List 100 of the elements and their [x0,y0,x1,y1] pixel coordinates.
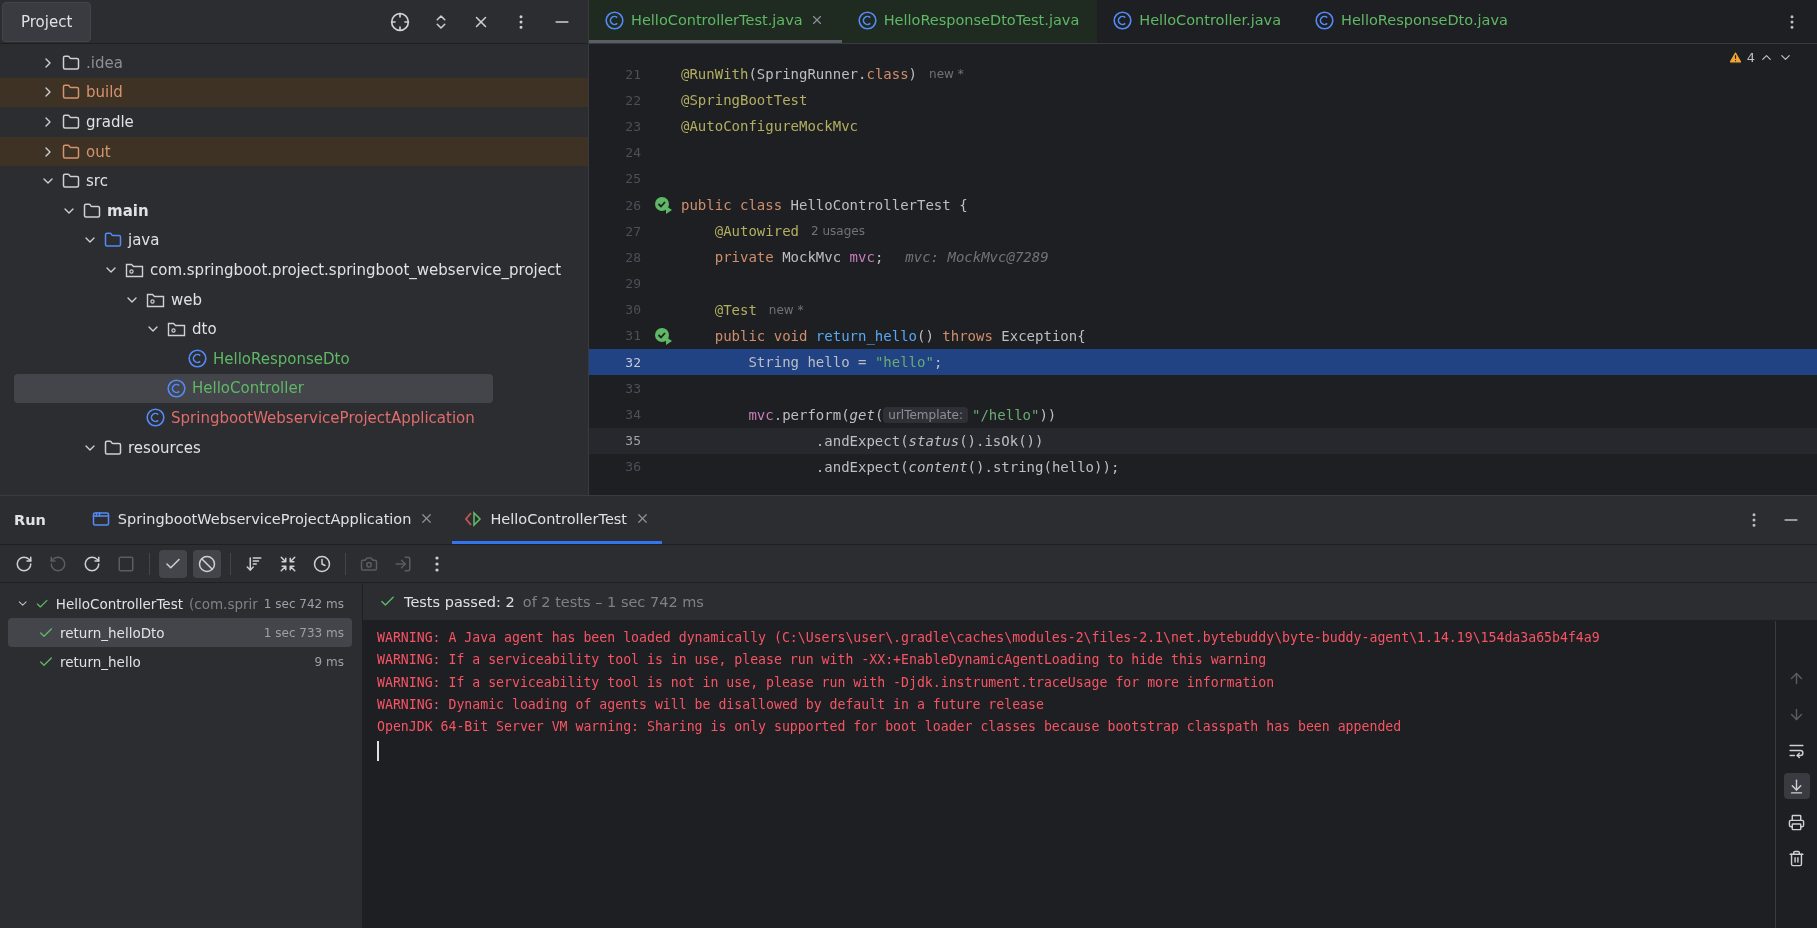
warning-icon[interactable] [1727,50,1743,65]
package-folder-icon [146,291,165,308]
code-token: @Test [713,301,757,318]
tests-detail: of 2 tests – 1 sec 742 ms [522,593,704,610]
tests-summary: Tests passed: 2 [404,593,515,610]
more-icon [435,555,439,572]
folder-icon [62,83,80,102]
line-number: 32 [624,354,642,370]
tree-item[interactable]: web [0,284,588,315]
folder-icon [104,438,122,457]
scroll-to-end-button[interactable] [1783,773,1810,799]
panel-tab[interactable]: Project [2,1,92,42]
rerun-icon [15,554,33,573]
code-token: HelloControllerTest { [790,197,968,214]
app-window-icon [91,509,110,528]
run-test-icon[interactable] [654,326,674,345]
code-token: (SpringRunner. [748,66,867,83]
tree-item-label: HelloResponseDto [213,349,350,368]
code-token: ) [908,66,918,83]
tree-item[interactable]: .idea [0,48,588,78]
editor-tab[interactable]: HelloResponseDto.java [1299,0,1526,43]
tree-item[interactable]: out [0,136,588,167]
code-token: ().string(hello)); [967,458,1120,475]
test-item[interactable]: HelloControllerTest (com.sprir 1 sec 742 ms [8,589,352,618]
code-token: Exception{ [1001,327,1086,344]
tree-item[interactable]: gradle [0,107,588,137]
code-token: @SpringBootTest [681,92,808,109]
tree-item-label: out [86,142,111,161]
test-name: return_hello [60,653,141,670]
run-test-icon[interactable] [654,196,674,215]
text-cursor [377,741,379,762]
code-token: .perform( [773,406,850,423]
folder-icon [62,113,80,131]
test-class-icon [605,10,624,30]
tree-item[interactable]: main [0,195,588,226]
code-token: mvc [747,406,774,423]
test-package: (com.sprir [189,595,258,612]
console-line: WARNING: Dynamic loading of agents will be disallowed by default in a future release [377,695,1045,714]
tree-item[interactable]: SpringbootWebserviceProjectApplication [0,403,588,433]
class-icon [1315,10,1335,30]
code-token: ; [874,249,884,266]
code-token: return_hello [815,327,917,344]
editor-tab[interactable]: HelloControllerTest.java [589,0,842,43]
stop-icon [117,554,135,573]
package-folder-icon [125,261,144,278]
folder-icon [62,172,80,191]
class-icon [167,378,186,398]
test-name: HelloControllerTest [55,595,183,612]
tree-item[interactable]: HelloResponseDto [0,343,588,374]
test-item[interactable]: return_helloDto 1 sec 733 ms [8,618,352,647]
code-token: private [713,249,775,266]
code-token: content [908,458,968,475]
console-line: OpenJDK 64-Bit Server VM warning: Sharing is only supported for boot loader classes because bootstrap classpath has been appended [377,718,1403,737]
folder-icon [83,201,101,220]
code-token: public class [681,197,784,214]
code-token: public void [713,327,809,344]
tree-item-label: .idea [86,53,123,72]
toolbar-button[interactable] [193,549,221,578]
inlay-hint: 2 usages [811,224,865,239]
test-name: return_helloDto [60,624,165,641]
tree-item[interactable]: com.springboot.project.springboot_webservice_project [0,255,588,285]
code-token: mvc [849,249,875,266]
tree-item-label: java [128,231,160,250]
locate-icon[interactable] [390,11,410,32]
test-duration: 9 ms [314,654,344,669]
tree-item[interactable]: dto [0,314,588,344]
tree-item[interactable]: resources [0,432,588,463]
sort-icon [245,554,263,573]
class-icon [188,349,207,369]
camera-icon [360,554,378,573]
tree-item-label: com.springboot.project.springboot_webservice_project [150,260,562,279]
test-class-icon [857,10,877,30]
debug-value: mvc: MockMvc@7289 [905,249,1049,266]
code-token: String hello = [747,354,868,371]
code-token: .andExpect( [814,432,909,449]
code-token: .andExpect( [814,458,909,475]
code-token: ( [874,406,884,423]
test-item[interactable]: return_hello 9 ms [8,647,352,676]
editor-tab[interactable]: HelloController.java [1097,0,1300,43]
tree-item[interactable]: build [0,77,588,108]
tree-item-label: resources [128,438,201,457]
inlay-hint: new * [768,302,804,317]
arrow-down-to-line-icon [1788,777,1805,795]
panel-title: Run [14,512,46,528]
toolbar-button[interactable] [159,549,187,578]
run-tab[interactable]: HelloControllerTest [452,496,663,544]
folder-icon [62,53,80,72]
tree-item-label: src [86,172,108,191]
tree-item[interactable]: HelloController [14,373,493,404]
tree-item[interactable]: src [0,166,588,196]
run-tab[interactable]: SpringbootWebserviceProjectApplication [79,496,447,544]
code-token: ().isOk()) [959,432,1044,449]
tree-item[interactable]: java [0,225,588,256]
code-token: status [908,432,960,449]
class-icon [1113,10,1133,30]
parameter-hint: urlTemplate: [883,406,968,423]
tree-item-label: gradle [86,113,134,131]
ban-icon [198,554,216,573]
editor-tab[interactable]: HelloResponseDtoTest.java [841,0,1098,43]
tree-item-label: SpringbootWebserviceProjectApplication [171,408,475,427]
